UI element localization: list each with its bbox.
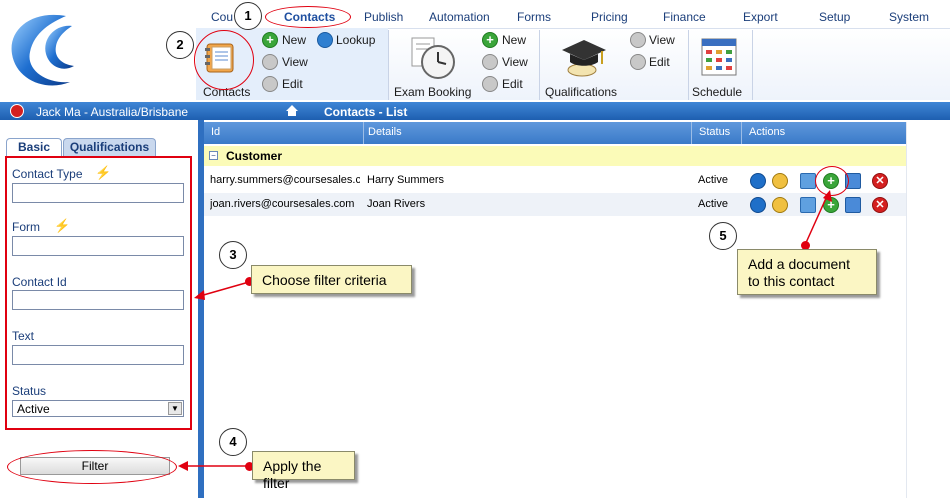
callout-add-document-line1: Add a document <box>748 256 850 272</box>
callout-add-document: Add a document to this contact <box>737 249 877 295</box>
callout-apply-filter: Apply the filter <box>252 451 355 491</box>
callout-choose-filter-text: Choose filter criteria <box>262 272 387 288</box>
callout-add-document-line2: to this contact <box>748 273 835 289</box>
callout-choose-filter: Choose filter criteria <box>251 265 412 294</box>
app-window: { "top_nav": ["Cou", "Contacts", "Publis… <box>0 0 950 498</box>
